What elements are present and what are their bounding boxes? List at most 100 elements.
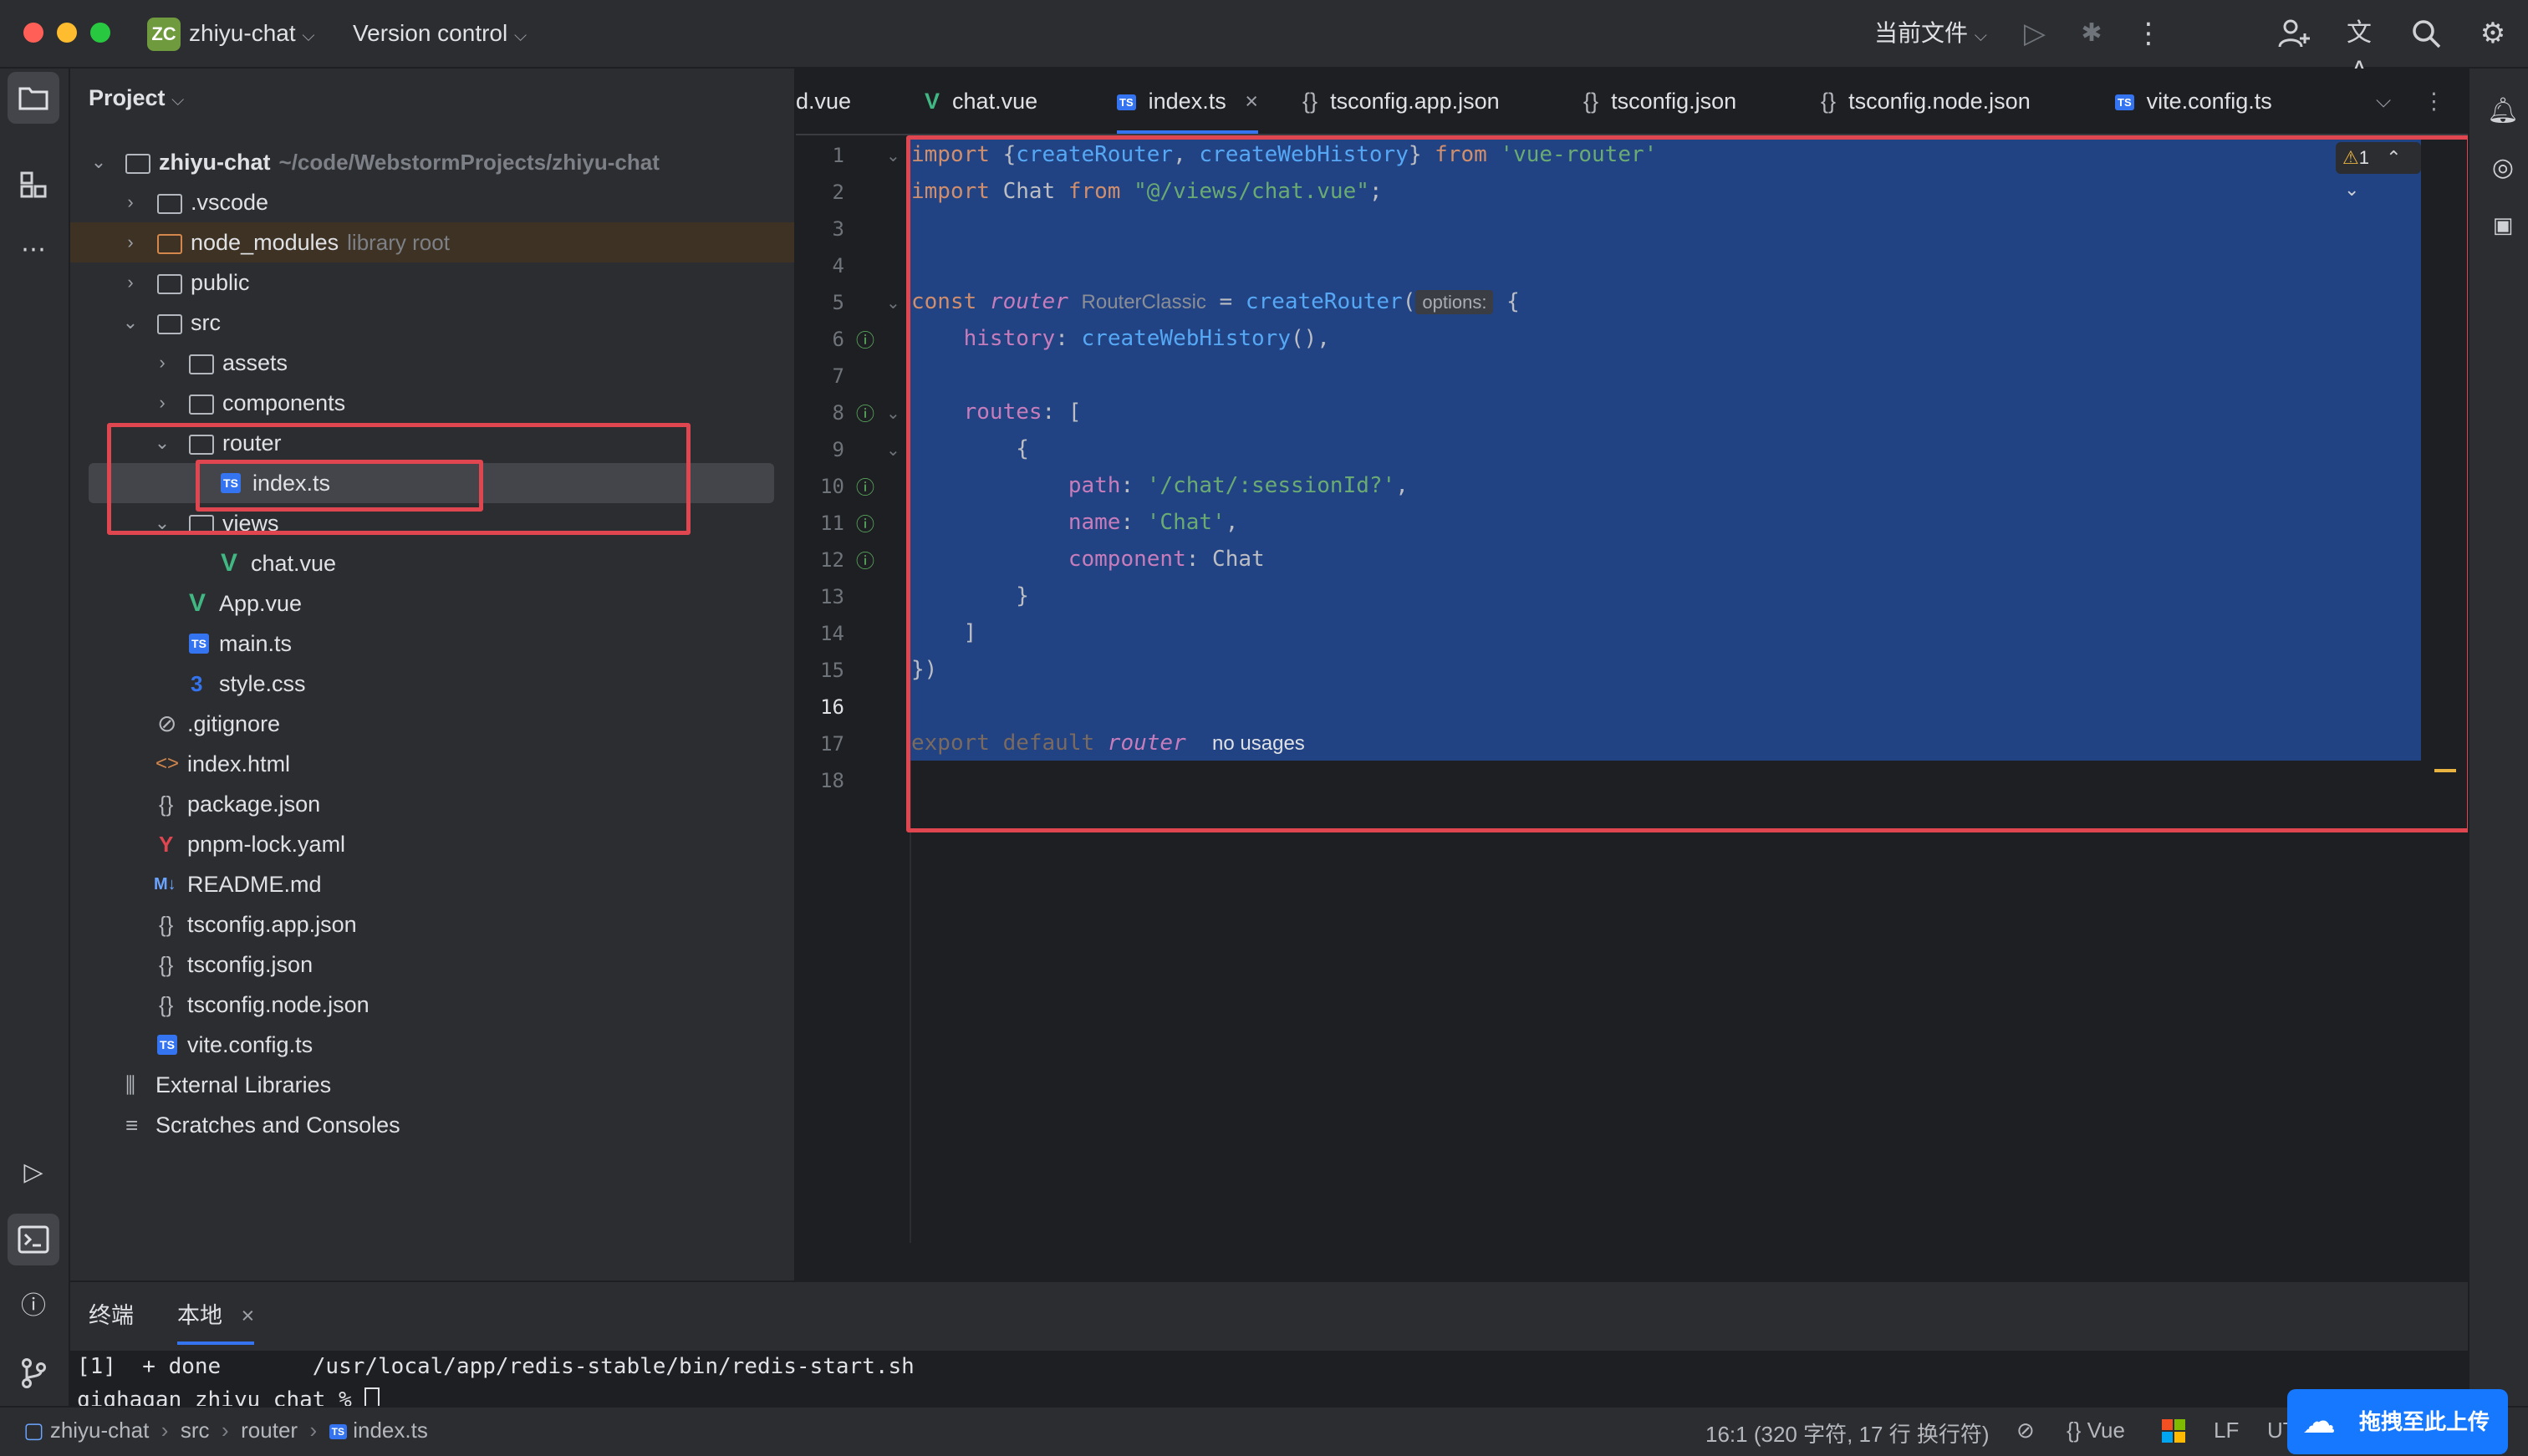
tab-label: index.ts bbox=[1148, 89, 1226, 114]
breadcrumb-item[interactable]: router bbox=[241, 1418, 298, 1443]
tree-item-chat-vue[interactable]: V chat.vue bbox=[70, 543, 794, 583]
implementation-marker-icon[interactable]: ⓘ bbox=[856, 400, 874, 426]
tree-item-assets[interactable]: › assets bbox=[70, 343, 794, 383]
tree-item-tsconfig-app[interactable]: {} tsconfig.app.json bbox=[70, 904, 794, 944]
implementation-marker-icon[interactable]: ⓘ bbox=[856, 326, 874, 353]
problems-icon[interactable]: ⓘ bbox=[8, 1280, 59, 1332]
braces-icon: {} bbox=[2067, 1418, 2082, 1443]
terminal-line: qiqhagan zhiyu chat % bbox=[77, 1387, 352, 1408]
tree-item-index-html[interactable]: <> index.html bbox=[70, 744, 794, 784]
ai-assistant-icon[interactable]: ◎ bbox=[2477, 142, 2528, 194]
notifications-bell-icon[interactable]: 🔔︎ bbox=[2477, 85, 2528, 137]
close-window-button[interactable] bbox=[23, 23, 43, 43]
run-config-label: 当前文件 bbox=[1874, 20, 1969, 46]
line-number: 6 bbox=[832, 328, 844, 351]
tree-item-components[interactable]: › components bbox=[70, 383, 794, 423]
fold-chevron-icon[interactable]: ⌄ bbox=[886, 145, 900, 166]
close-tab-icon[interactable]: × bbox=[1245, 89, 1258, 114]
chevron-right-icon: › bbox=[159, 392, 166, 413]
breadcrumb-item[interactable]: index.ts bbox=[353, 1418, 428, 1443]
git-branch-icon[interactable] bbox=[8, 1347, 59, 1399]
upload-drop-button[interactable]: ☁ 拖拽至此上传 bbox=[2287, 1389, 2508, 1454]
tab-tsconfig-json[interactable]: {} tsconfig.json bbox=[1583, 69, 1736, 134]
project-tool-window: Project ⌵ ⌄ zhiyu-chat ~/code/WebstormPro… bbox=[70, 69, 796, 1280]
windows-color-icon[interactable] bbox=[2162, 1419, 2185, 1448]
database-icon[interactable]: ▣ bbox=[2477, 199, 2528, 251]
line-number: 12 bbox=[820, 548, 844, 572]
project-badge[interactable]: ZC bbox=[147, 18, 181, 51]
line-number: 15 bbox=[820, 659, 844, 682]
close-tab-icon[interactable]: × bbox=[242, 1303, 255, 1328]
breadcrumb-item[interactable]: src bbox=[181, 1418, 210, 1443]
tab-vite-config-ts[interactable]: TS vite.config.ts bbox=[2115, 69, 2272, 134]
language-selector[interactable]: {} Vue bbox=[2067, 1418, 2125, 1443]
tree-item-main-ts[interactable]: TS main.ts bbox=[70, 624, 794, 664]
more-horizontal-icon[interactable]: ⋯ bbox=[8, 224, 59, 276]
project-view-selector[interactable]: Project ⌵ bbox=[89, 85, 184, 111]
tree-label: components bbox=[222, 390, 346, 415]
project-tool-folder-icon[interactable] bbox=[8, 72, 59, 124]
breadcrumb-item[interactable]: zhiyu-chat bbox=[50, 1418, 150, 1443]
line-number: 10 bbox=[820, 475, 844, 498]
add-user-icon[interactable] bbox=[2276, 15, 2312, 52]
tree-item-tsconfig[interactable]: {} tsconfig.json bbox=[70, 944, 794, 985]
tab-tsconfig-app-json[interactable]: {} tsconfig.app.json bbox=[1302, 69, 1500, 134]
tree-item-app-vue[interactable]: V App.vue bbox=[70, 583, 794, 624]
implementation-marker-icon[interactable]: ⓘ bbox=[856, 473, 874, 500]
tree-item-pnpm-lock[interactable]: Y pnpm-lock.yaml bbox=[70, 824, 794, 864]
run-config-selector[interactable]: 当前文件 ⌵ bbox=[1874, 18, 1987, 51]
fold-chevron-icon[interactable]: ⌄ bbox=[886, 293, 900, 313]
json-file-icon: {} bbox=[1821, 89, 1837, 114]
fold-chevron-icon[interactable]: ⌄ bbox=[886, 403, 900, 424]
line-separator[interactable]: LF bbox=[2214, 1418, 2239, 1443]
run-icon[interactable]: ▷ bbox=[2016, 15, 2053, 52]
tree-label: tsconfig.node.json bbox=[187, 992, 370, 1017]
json-file-icon: {} bbox=[1302, 89, 1318, 114]
tab-d-vue[interactable]: d.vue bbox=[796, 69, 851, 134]
tree-item-src[interactable]: ⌄ src bbox=[70, 303, 794, 343]
title-bar: ZC zhiyu-chat ⌵ Version control ⌵ 当前文件 ⌵… bbox=[0, 0, 2528, 84]
structure-icon[interactable] bbox=[8, 159, 59, 211]
fold-chevron-icon[interactable]: ⌄ bbox=[886, 440, 900, 461]
tree-label: src bbox=[191, 310, 221, 335]
tab-chat-vue[interactable]: V chat.vue bbox=[925, 69, 1037, 134]
caret-position[interactable]: 16:1 (320 字符, 17 行 换行符) bbox=[1705, 1418, 1990, 1448]
chevron-right-icon: › bbox=[303, 1418, 324, 1443]
implementation-marker-icon[interactable]: ⓘ bbox=[856, 510, 874, 537]
tree-item-tsconfig-node[interactable]: {} tsconfig.node.json bbox=[70, 985, 794, 1025]
tree-item-package-json[interactable]: {} package.json bbox=[70, 784, 794, 824]
tab-list-chevron-down-icon[interactable]: ⌵ bbox=[2376, 69, 2391, 134]
maximize-window-button[interactable] bbox=[90, 23, 110, 43]
debug-icon[interactable]: ✱ bbox=[2073, 15, 2110, 52]
inspection-off-icon[interactable]: ⊘ bbox=[2016, 1418, 2035, 1443]
tree-item-zhiyu-chat[interactable]: ⌄ zhiyu-chat ~/code/WebstormProjects/zhiy… bbox=[70, 142, 794, 182]
terminal-tab-local[interactable]: 本地 × bbox=[177, 1297, 255, 1345]
tree-item-gitignore[interactable]: ⊘ .gitignore bbox=[70, 704, 794, 744]
tree-item-vscode[interactable]: › .vscode bbox=[70, 182, 794, 222]
search-icon[interactable] bbox=[2408, 15, 2444, 52]
settings-gear-icon[interactable]: ⚙ bbox=[2474, 15, 2511, 52]
tree-item-public[interactable]: › public bbox=[70, 262, 794, 303]
line-number: 5 bbox=[832, 291, 844, 314]
tree-item-readme[interactable]: M↓ README.md bbox=[70, 864, 794, 904]
more-vertical-icon[interactable]: ⋮ bbox=[2130, 15, 2167, 52]
chevron-right-icon: › bbox=[127, 232, 134, 252]
tab-tsconfig-node-json[interactable]: {} tsconfig.node.json bbox=[1821, 69, 2031, 134]
tree-item-external-libraries[interactable]: ⫼ External Libraries bbox=[70, 1065, 794, 1105]
services-run-icon[interactable]: ▷ bbox=[8, 1147, 59, 1199]
terminal-output[interactable]: [1] + done /usr/local/app/redis-stable/b… bbox=[70, 1351, 2468, 1408]
terminal-icon[interactable] bbox=[8, 1214, 59, 1265]
tree-item-node-modules[interactable]: › node_modules library root bbox=[70, 222, 794, 262]
vcs-selector[interactable]: Version control ⌵ bbox=[353, 18, 527, 51]
tab-index-ts[interactable]: TS index.ts × bbox=[1117, 69, 1258, 134]
tree-item-style-css[interactable]: 3 style.css bbox=[70, 664, 794, 704]
tree-item-scratches[interactable]: ≡ Scratches and Consoles bbox=[70, 1105, 794, 1145]
implementation-marker-icon[interactable]: ⓘ bbox=[856, 547, 874, 573]
project-selector[interactable]: zhiyu-chat ⌵ bbox=[189, 18, 315, 51]
tab-more-vertical-icon[interactable]: ⋮ bbox=[2423, 69, 2445, 134]
code-editor[interactable]: 1 2 3 4 5 6 7 8 9 10 11 12 13 14 15 16 1… bbox=[796, 135, 2471, 1243]
translate-icon[interactable]: 文A bbox=[2341, 15, 2378, 84]
minimize-window-button[interactable] bbox=[57, 23, 77, 43]
tree-label: README.md bbox=[187, 872, 322, 897]
tree-item-vite-config[interactable]: TS vite.config.ts bbox=[70, 1025, 794, 1065]
